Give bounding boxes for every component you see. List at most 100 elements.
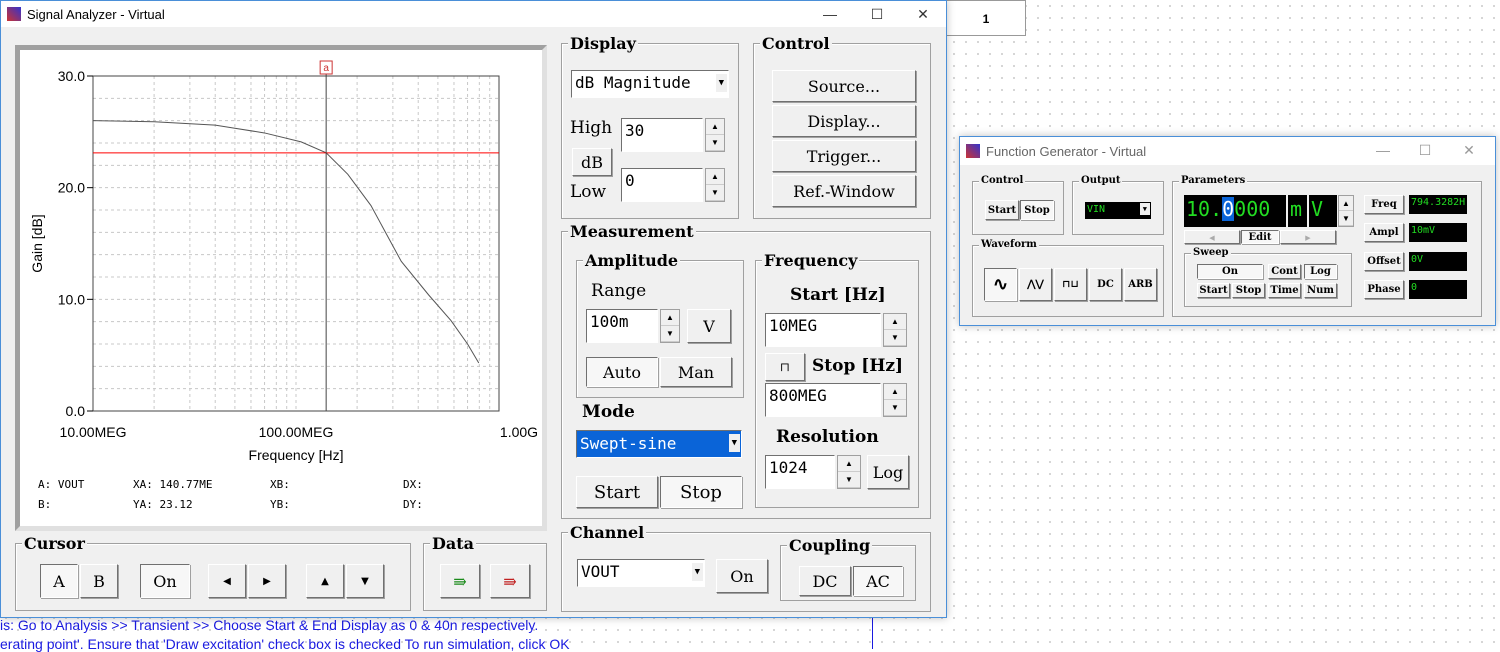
- cursor-on-button[interactable]: On: [140, 564, 190, 598]
- range-unit-button[interactable]: V: [687, 309, 731, 343]
- triangle-wave-button[interactable]: ⋀⋁: [1019, 268, 1052, 301]
- sine-wave-button[interactable]: ∿: [984, 268, 1017, 301]
- high-spinner[interactable]: ▲ ▼: [705, 118, 725, 152]
- up-arrow-icon[interactable]: ▲: [706, 169, 724, 185]
- db-button[interactable]: dB: [572, 148, 612, 176]
- param-value-display[interactable]: 10.0000: [1184, 195, 1286, 227]
- value-selected-digit: 0: [1222, 197, 1235, 221]
- ampl-button[interactable]: Ampl: [1364, 223, 1404, 242]
- down-arrow-icon[interactable]: ▼: [1339, 211, 1353, 226]
- edit-left-button[interactable]: ◀: [1184, 230, 1240, 244]
- sweep-num-button[interactable]: Num: [1304, 283, 1337, 298]
- sweep-on-button[interactable]: On: [1197, 264, 1263, 279]
- link-button[interactable]: ⊓: [765, 353, 805, 381]
- import-data-button[interactable]: ⇛: [440, 564, 480, 598]
- minimize-button[interactable]: —: [807, 1, 853, 27]
- unit-display[interactable]: V: [1309, 195, 1337, 227]
- up-arrow-icon[interactable]: ▲: [706, 119, 724, 135]
- ref-window-button[interactable]: Ref.-Window: [772, 175, 916, 207]
- offset-button[interactable]: Offset: [1364, 252, 1404, 271]
- down-arrow-icon[interactable]: ▼: [661, 326, 679, 342]
- resolution-label: Resolution: [776, 427, 879, 447]
- gain-curve: [92, 120, 480, 364]
- start-freq-label: Start [Hz]: [790, 285, 886, 305]
- export-data-button[interactable]: ⇛: [490, 564, 530, 598]
- square-wave-button[interactable]: ⊓⊔: [1054, 268, 1087, 301]
- dc-coupling-button[interactable]: DC: [799, 566, 851, 596]
- edit-right-button[interactable]: ▶: [1280, 230, 1336, 244]
- start-freq-input[interactable]: 10MEG: [765, 313, 881, 347]
- instruction-line: erating point'. Ensure that 'Draw excita…: [0, 636, 570, 652]
- arb-wave-button[interactable]: ARB: [1124, 268, 1157, 301]
- param-spinner[interactable]: ▲ ▼: [1338, 195, 1354, 227]
- log-button[interactable]: Log: [867, 455, 909, 489]
- maximize-button[interactable]: ☐: [854, 1, 900, 27]
- display-settings-button[interactable]: Display...: [772, 105, 916, 137]
- channel-on-button[interactable]: On: [716, 559, 768, 593]
- up-arrow-icon[interactable]: ▲: [884, 384, 906, 400]
- instruction-line: is: Go to Analysis >> Transient >> Choos…: [0, 617, 539, 633]
- range-input[interactable]: 100m: [586, 309, 658, 343]
- sweep-log-button[interactable]: Log: [1304, 264, 1337, 279]
- cursor-b-button[interactable]: B: [80, 564, 118, 598]
- mode-select[interactable]: Swept-sine ▼: [576, 430, 742, 458]
- cursor-down-button[interactable]: ▼: [346, 564, 384, 598]
- close-button[interactable]: ✕: [1446, 137, 1492, 163]
- app-icon: [966, 144, 980, 158]
- down-arrow-icon[interactable]: ▼: [884, 330, 906, 346]
- stop-freq-spinner[interactable]: ▲ ▼: [883, 383, 907, 417]
- down-arrow-icon[interactable]: ▼: [884, 400, 906, 416]
- source-button[interactable]: Source...: [772, 70, 916, 102]
- freq-button[interactable]: Freq: [1364, 195, 1404, 214]
- cursor-right-button[interactable]: ▶: [248, 564, 286, 598]
- down-arrow-icon[interactable]: ▼: [838, 472, 860, 488]
- arrow-down-icon: ▼: [361, 575, 369, 587]
- stop-button[interactable]: Stop: [660, 476, 742, 508]
- gen-start-button[interactable]: Start: [985, 200, 1019, 220]
- cursor-left-button[interactable]: ◀: [208, 564, 246, 598]
- cursor-yb: YB:: [270, 498, 290, 511]
- sweep-cont-button[interactable]: Cont: [1268, 264, 1301, 279]
- close-button[interactable]: ✕: [900, 1, 946, 27]
- auto-button[interactable]: Auto: [586, 357, 658, 387]
- sweep-time-button[interactable]: Time: [1268, 283, 1301, 298]
- import-icon: ⇛: [453, 571, 467, 591]
- low-input[interactable]: 0: [621, 168, 703, 202]
- up-arrow-icon[interactable]: ▲: [838, 456, 860, 472]
- start-button[interactable]: Start: [576, 476, 658, 508]
- chevron-down-icon: ▼: [715, 74, 727, 92]
- sweep-stop-button[interactable]: Stop: [1232, 283, 1265, 298]
- ac-coupling-button[interactable]: AC: [853, 566, 903, 596]
- arrow-up-icon: ▲: [321, 575, 329, 587]
- trigger-button[interactable]: Trigger...: [772, 140, 916, 172]
- down-arrow-icon[interactable]: ▼: [706, 135, 724, 151]
- cursor-a-button[interactable]: A: [40, 564, 78, 598]
- edit-button[interactable]: Edit: [1241, 230, 1279, 244]
- maximize-button[interactable]: ☐: [1402, 137, 1448, 163]
- amplitude-group: Amplitude Range 100m ▲ ▼ V Auto Man: [576, 251, 744, 398]
- up-arrow-icon[interactable]: ▲: [884, 314, 906, 330]
- resolution-input[interactable]: 1024: [765, 455, 835, 489]
- prefix-display[interactable]: m: [1288, 195, 1307, 227]
- output-select[interactable]: VIN ▼: [1085, 202, 1151, 219]
- channel-select[interactable]: VOUT ▼: [577, 559, 705, 587]
- phase-button[interactable]: Phase: [1364, 280, 1404, 299]
- stop-freq-input[interactable]: 800MEG: [765, 383, 881, 417]
- display-mode-select[interactable]: dB Magnitude ▼: [571, 70, 729, 98]
- up-arrow-icon[interactable]: ▲: [661, 310, 679, 326]
- high-input[interactable]: 30: [621, 118, 703, 152]
- link-icon: ⊓: [779, 360, 791, 374]
- low-spinner[interactable]: ▲ ▼: [705, 168, 725, 202]
- up-arrow-icon[interactable]: ▲: [1339, 196, 1353, 211]
- start-freq-spinner[interactable]: ▲ ▼: [883, 313, 907, 347]
- man-button[interactable]: Man: [660, 357, 732, 387]
- gen-stop-button[interactable]: Stop: [1020, 200, 1054, 220]
- minimize-button[interactable]: —: [1360, 137, 1406, 163]
- range-spinner[interactable]: ▲ ▼: [660, 309, 680, 343]
- resolution-spinner[interactable]: ▲ ▼: [837, 455, 861, 489]
- mode-label: Mode: [582, 402, 635, 422]
- dc-wave-button[interactable]: DC: [1089, 268, 1122, 301]
- cursor-up-button[interactable]: ▲: [306, 564, 344, 598]
- sweep-start-button[interactable]: Start: [1197, 283, 1230, 298]
- down-arrow-icon[interactable]: ▼: [706, 185, 724, 201]
